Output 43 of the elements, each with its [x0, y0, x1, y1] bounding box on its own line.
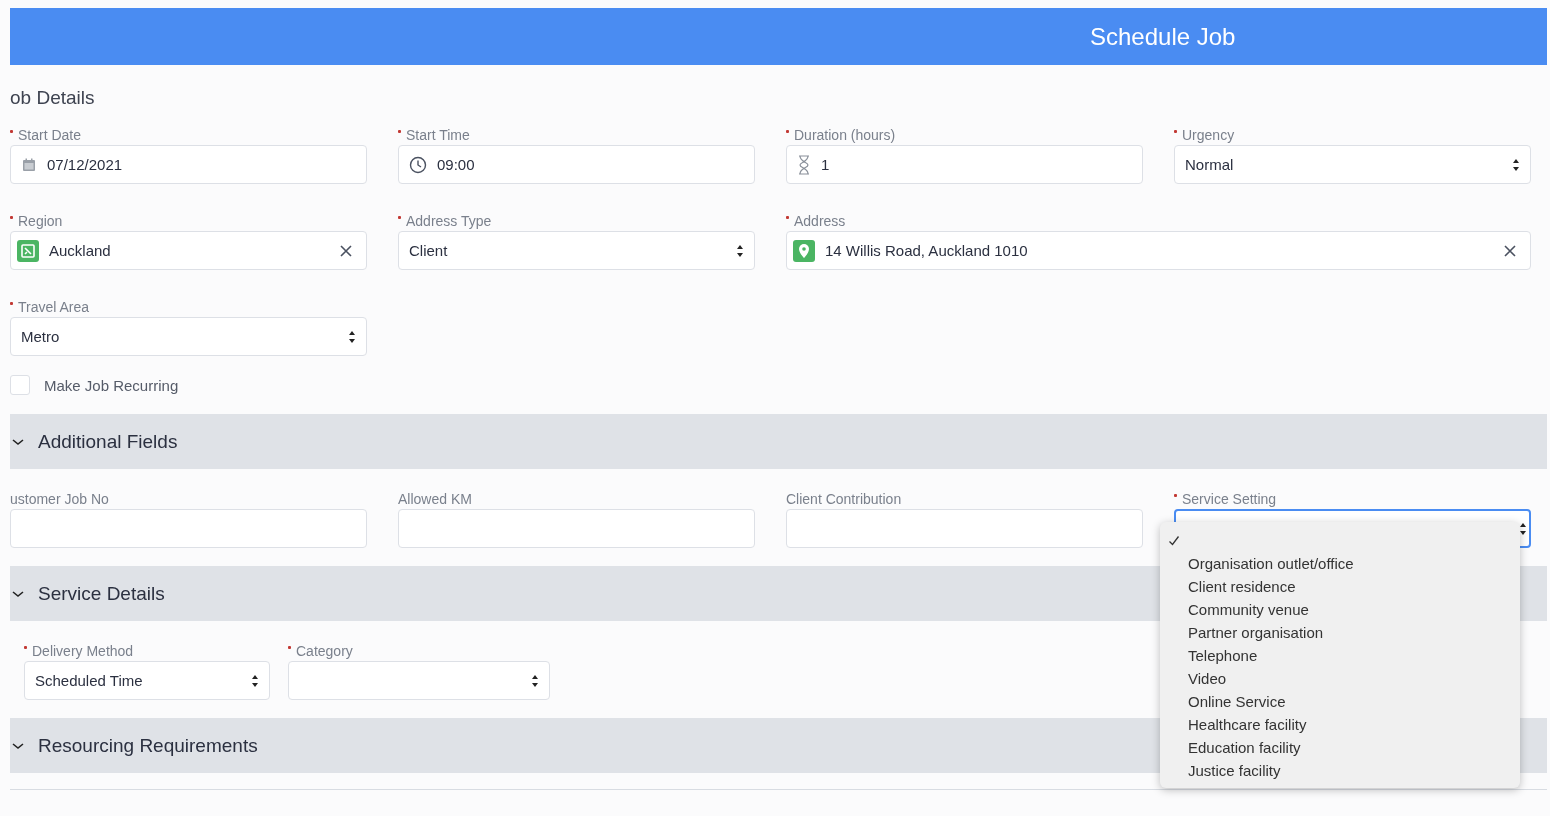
field-value: 1 [821, 156, 830, 173]
field-label: Region [18, 213, 63, 229]
input-field[interactable]: Auckland [10, 231, 367, 270]
select-field[interactable]: Client [398, 231, 755, 270]
select-field[interactable]: Normal [1174, 145, 1531, 184]
field-label: Travel Area [18, 299, 90, 315]
field-label: Category [296, 643, 353, 659]
field-label: Address [794, 213, 846, 229]
section-title: ob Details [10, 87, 96, 109]
dropdown-option[interactable]: Online Service [1188, 690, 1286, 713]
field-label: Delivery Method [32, 643, 134, 659]
field-value: Auckland [49, 242, 111, 259]
dropdown-option[interactable]: Telephone [1188, 644, 1258, 667]
field-label: Allowed KM [398, 491, 472, 507]
field-value: 14 Willis Road, Auckland 1010 [825, 242, 1028, 259]
field-label: Address Type [406, 213, 492, 229]
dropdown-option[interactable]: Partner organisation [1188, 621, 1324, 644]
select-field[interactable]: Metro [10, 317, 367, 356]
input-field[interactable]: 09:00 [398, 145, 755, 184]
input-field[interactable]: 07/12/2021 [10, 145, 367, 184]
field-label: Urgency [1182, 127, 1235, 143]
dropdown-option[interactable]: Video [1188, 667, 1227, 690]
field-label: ustomer Job No [10, 491, 109, 507]
field-label: Start Time [406, 127, 470, 143]
field-value: Scheduled Time [35, 672, 143, 689]
field-label: Start Date [18, 127, 82, 143]
dropdown-option[interactable]: Education facility [1188, 736, 1301, 759]
field-label: Client Contribution [786, 491, 902, 507]
field-value: 07/12/2021 [47, 156, 123, 173]
dropdown-option[interactable]: Community venue [1188, 598, 1309, 621]
field-value: Metro [21, 328, 60, 345]
section-header[interactable]: Additional Fields [10, 414, 1547, 469]
field-value: Client [409, 242, 448, 259]
dropdown-option[interactable]: Client residence [1188, 575, 1296, 598]
field-value: 09:00 [437, 156, 475, 173]
checkbox-label: Make Job Recurring [44, 376, 179, 394]
page-title: Schedule Job [1090, 22, 1236, 51]
input-field[interactable]: 14 Willis Road, Auckland 1010 [786, 231, 1531, 270]
field-label: Service Setting [1182, 491, 1277, 507]
field-label: Duration (hours) [794, 127, 896, 143]
field-value: Normal [1185, 156, 1234, 173]
select-field[interactable]: Scheduled Time [24, 661, 270, 700]
input-field[interactable]: 1 [786, 145, 1143, 184]
